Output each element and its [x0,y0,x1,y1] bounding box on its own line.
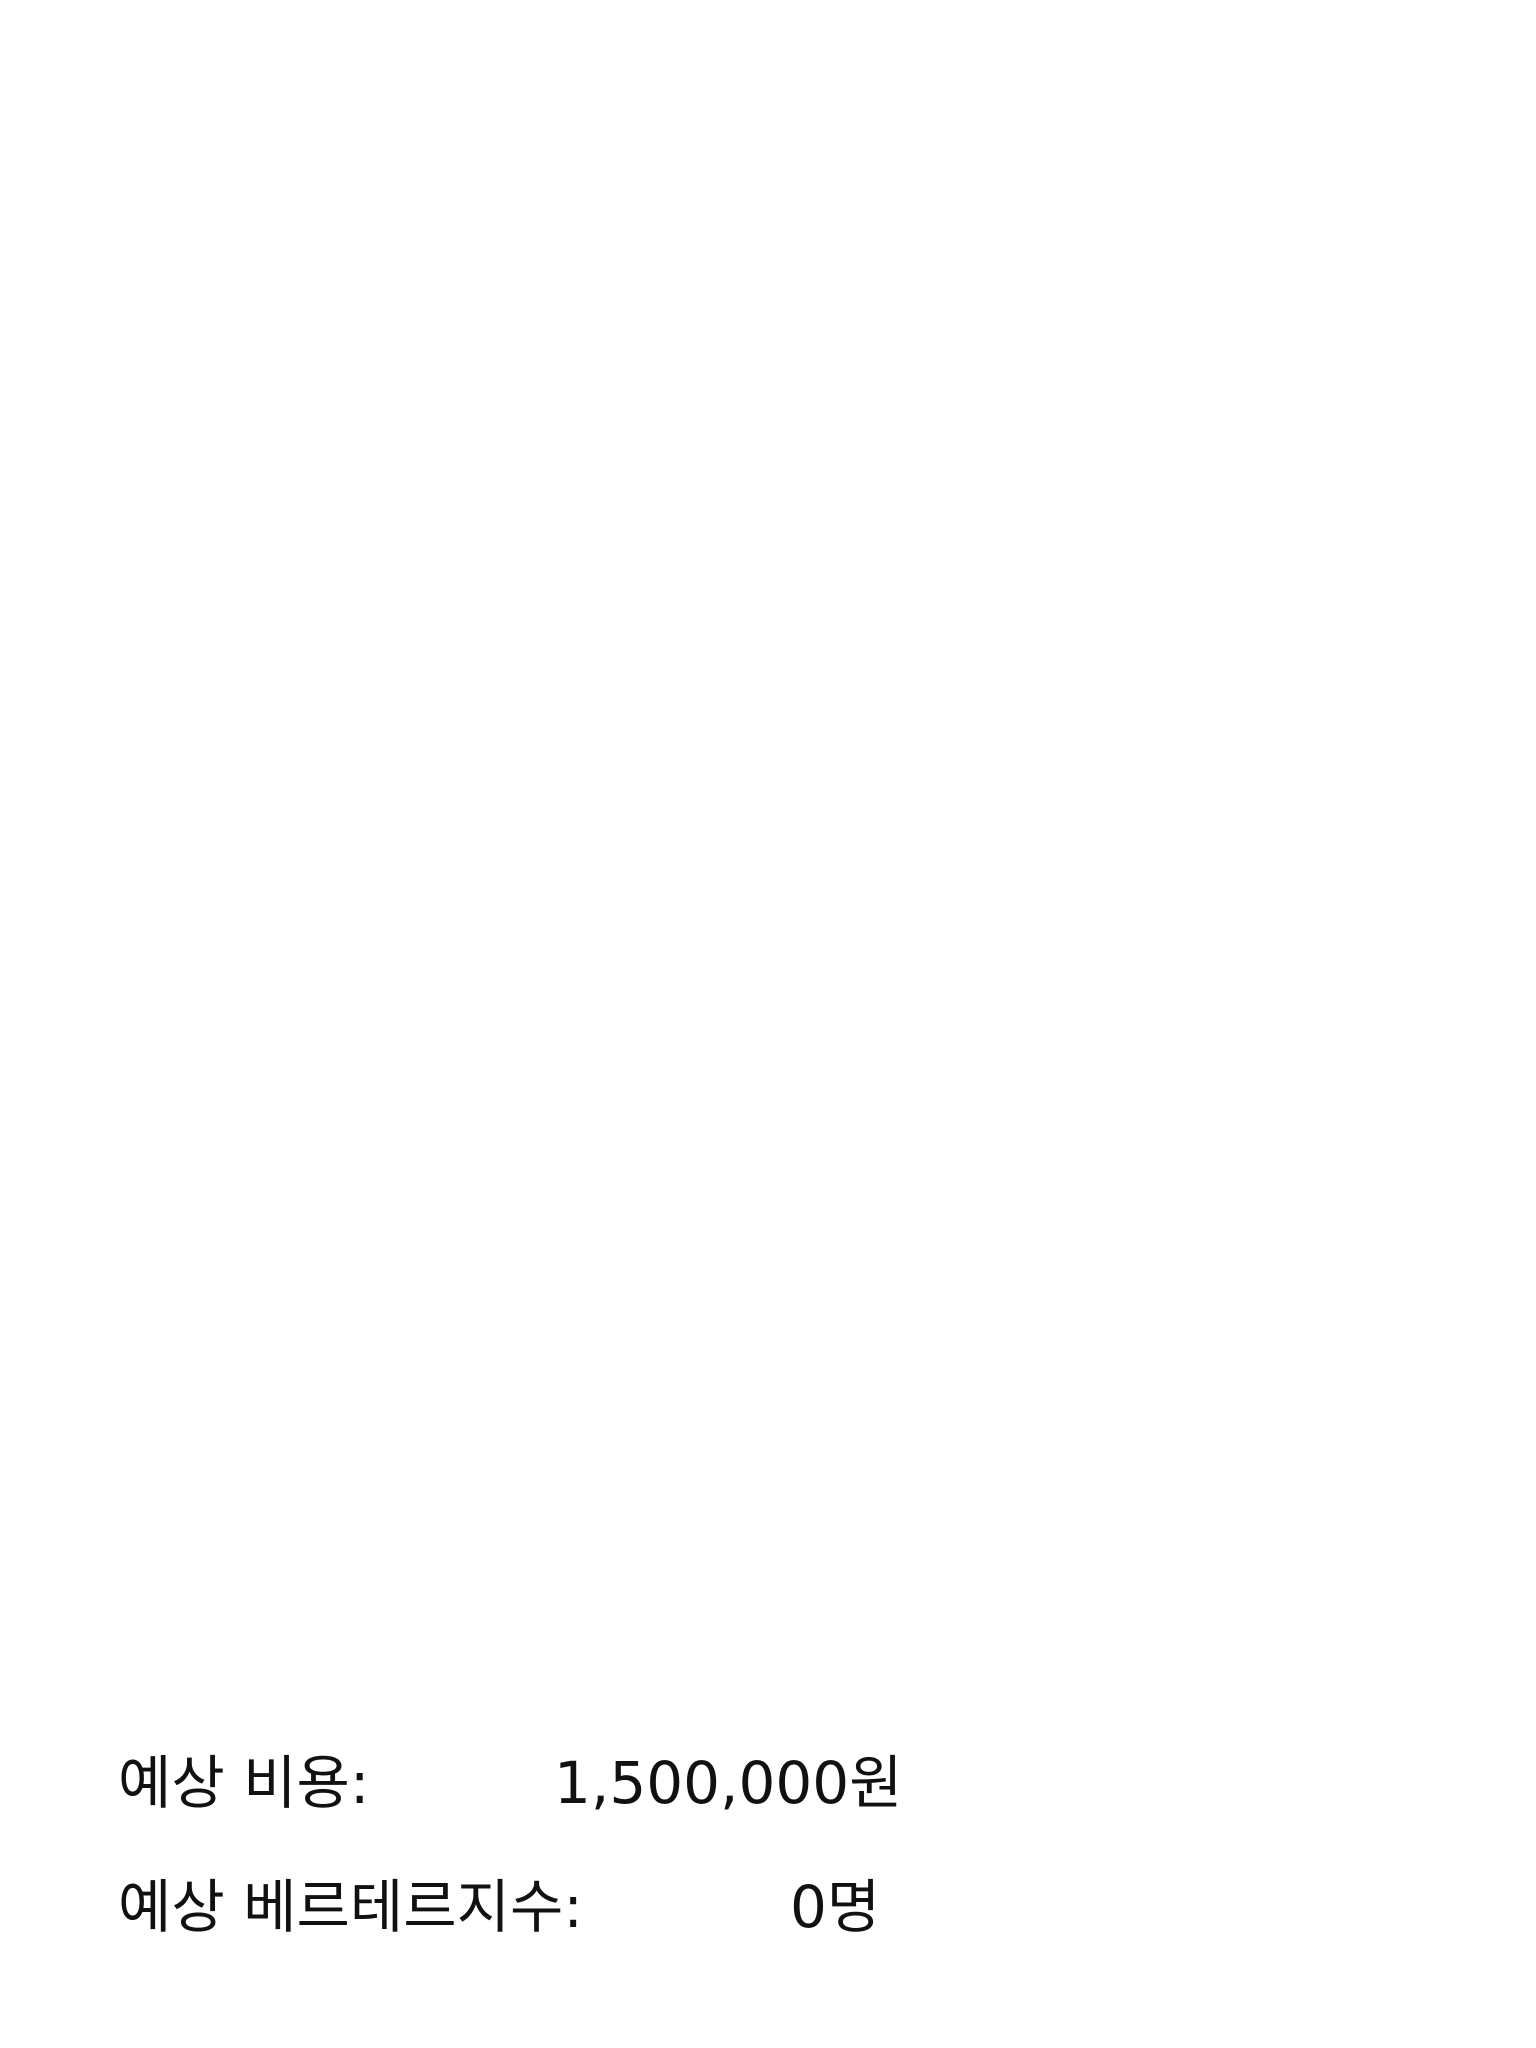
estimated-werther-index-row: 예상 베르테르지수: 0명 [118,1862,1418,1952]
estimated-cost-row: 예상 비용: 1,500,000원 [118,1738,1418,1828]
estimated-werther-index-label: 예상 베르테르지수: [118,1873,583,1941]
estimated-werther-index-value: 0명 [790,1873,881,1941]
estimate-summary: 예상 비용: 1,500,000원 예상 베르테르지수: 0명 [0,0,1536,2048]
estimated-cost-value: 1,500,000원 [554,1749,903,1817]
estimated-cost-label: 예상 비용: [118,1749,370,1817]
